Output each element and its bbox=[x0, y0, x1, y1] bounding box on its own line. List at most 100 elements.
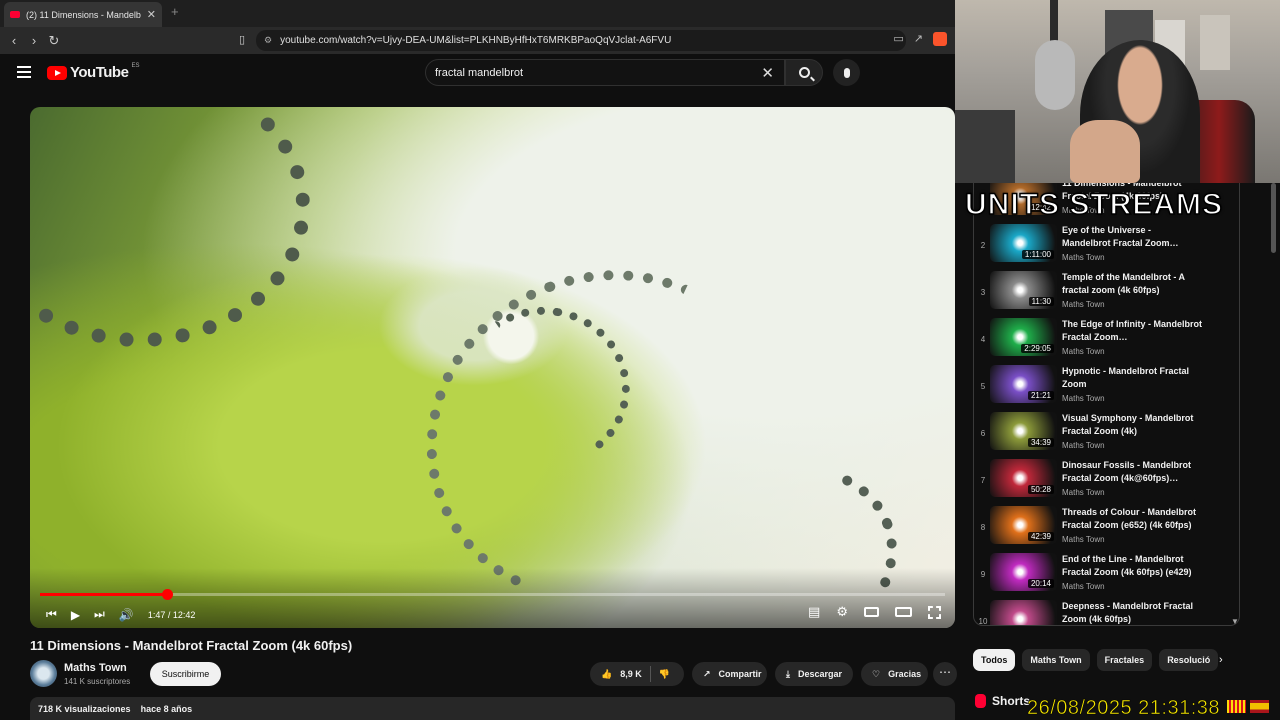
playlist-item-channel[interactable]: Maths Town bbox=[1062, 535, 1105, 544]
new-tab-button[interactable]: + bbox=[171, 4, 179, 19]
video-thumbnail[interactable]: 34:39 bbox=[990, 412, 1057, 450]
playlist-item[interactable]: 3 11:30 Temple of the Mandelbrot - A fract… bbox=[974, 271, 1224, 318]
video-thumbnail[interactable]: 21:21 bbox=[990, 365, 1057, 403]
video-thumbnail[interactable]: 5:15 bbox=[990, 600, 1057, 625]
search-button[interactable] bbox=[785, 59, 823, 86]
video-thumbnail[interactable]: 2:29:05 bbox=[990, 318, 1057, 356]
playlist-item-channel[interactable]: Maths Town bbox=[1062, 394, 1105, 403]
thanks-button[interactable]: ♡ Gracias bbox=[861, 662, 928, 686]
youtube-logo[interactable]: YouTube ES bbox=[47, 62, 140, 81]
playlist-item[interactable]: 4 2:29:05 The Edge of Infinity - Mandelbro… bbox=[974, 318, 1224, 365]
filter-chip[interactable]: Fractales bbox=[1096, 649, 1153, 671]
thanks-label: Gracias bbox=[888, 669, 922, 679]
playlist-item-title[interactable]: Deepness - Mandelbrot Fractal Zoom (4k 6… bbox=[1062, 600, 1202, 625]
browser-tab[interactable]: (2) 11 Dimensions - Mandelbrot ✕ bbox=[4, 2, 162, 27]
spain-flag-icon bbox=[1250, 700, 1269, 713]
share-page-icon[interactable]: ↗ bbox=[914, 32, 923, 46]
settings-gear-icon[interactable]: ⚙ bbox=[836, 604, 848, 620]
video-thumbnail[interactable]: 20:14 bbox=[990, 553, 1057, 591]
duration-badge: 50:28 bbox=[1027, 485, 1054, 494]
youtube-favicon-icon bbox=[10, 11, 20, 18]
like-icon[interactable]: 👍 bbox=[601, 669, 612, 680]
back-icon[interactable]: ‹ bbox=[4, 33, 24, 48]
volume-icon[interactable]: 🔊 bbox=[119, 608, 134, 622]
play-icon[interactable]: ▶ bbox=[71, 608, 80, 622]
playlist-item[interactable]: 9 20:14 End of the Line - Mandelbrot Fract… bbox=[974, 553, 1224, 600]
playlist-index: 2 bbox=[980, 241, 986, 250]
search-query: fractal mandelbrot bbox=[435, 66, 524, 79]
duration-badge: 20:14 bbox=[1027, 579, 1054, 588]
playlist-item[interactable]: 8 42:39 Threads of Colour - Mandelbrot Fra… bbox=[974, 506, 1224, 553]
browser-tabbar: (2) 11 Dimensions - Mandelbrot ✕ + bbox=[0, 0, 955, 27]
scroll-down-icon[interactable]: ▼ bbox=[1231, 617, 1239, 626]
forward-icon[interactable]: › bbox=[24, 33, 44, 48]
progress-bar[interactable] bbox=[40, 589, 945, 600]
playlist-item-channel[interactable]: Maths Town bbox=[1062, 488, 1105, 497]
scrollbar[interactable] bbox=[1271, 183, 1276, 253]
playlist-item-title[interactable]: Eye of the Universe - Mandelbrot Fractal… bbox=[1062, 224, 1202, 250]
brave-shield-icon[interactable] bbox=[933, 32, 947, 46]
playlist-item-title[interactable]: Threads of Colour - Mandelbrot Fractal Z… bbox=[1062, 506, 1202, 532]
next-icon[interactable]: ⏭ bbox=[94, 607, 105, 622]
playlist-item-channel[interactable]: Maths Town bbox=[1062, 441, 1105, 450]
playlist-item-title[interactable]: The Edge of Infinity - Mandelbrot Fracta… bbox=[1062, 318, 1202, 344]
channel-avatar[interactable] bbox=[30, 660, 57, 687]
upload-age: hace 8 años bbox=[140, 704, 193, 714]
more-actions-icon[interactable]: ⋯ bbox=[933, 662, 957, 686]
webcam-microphone bbox=[1035, 40, 1075, 110]
share-button[interactable]: ↗ Compartir bbox=[692, 662, 767, 686]
previous-icon[interactable]: ⏮ bbox=[46, 607, 57, 622]
close-tab-icon[interactable]: ✕ bbox=[147, 8, 156, 21]
playlist-item-channel[interactable]: Maths Town bbox=[1062, 582, 1105, 591]
filter-chip[interactable]: Todos bbox=[973, 649, 1016, 671]
playlist-item-channel[interactable]: Maths Town bbox=[1062, 253, 1105, 262]
fractal-pattern bbox=[30, 107, 310, 347]
like-count[interactable]: 8,9 K bbox=[620, 669, 642, 679]
playlist-item[interactable]: 2 1:11:00 Eye of the Universe - Mandelbrot… bbox=[974, 224, 1224, 271]
clear-search-icon[interactable]: ✕ bbox=[761, 64, 774, 82]
theater-mode-icon[interactable] bbox=[895, 607, 912, 617]
download-button[interactable]: ⤓ Descargar bbox=[775, 662, 853, 686]
playlist-item-title[interactable]: End of the Line - Mandelbrot Fractal Zoo… bbox=[1062, 553, 1202, 579]
browser-toolbar: ‹ › ↻ ▯ ⚙ youtube.com/watch?v=Ujvy-DEA-U… bbox=[0, 27, 955, 54]
bookmark-icon[interactable]: ▯ bbox=[232, 33, 252, 46]
description-box[interactable]: 718 K visualizaciones hace 8 años bbox=[30, 697, 955, 720]
reload-icon[interactable]: ↻ bbox=[44, 33, 64, 49]
miniplayer-icon[interactable] bbox=[864, 607, 879, 617]
time-display: 1:47 / 12:42 bbox=[147, 609, 196, 620]
site-info-icon[interactable]: ⚙ bbox=[264, 35, 272, 46]
playlist-item-title[interactable]: Visual Symphony - Mandelbrot Fractal Zoo… bbox=[1062, 412, 1202, 438]
playlist-item-title[interactable]: Temple of the Mandelbrot - A fractal zoo… bbox=[1062, 271, 1202, 297]
url-text: youtube.com/watch?v=Ujvy-DEA-UM&list=PLK… bbox=[280, 35, 672, 46]
playlist-item[interactable]: 6 34:39 Visual Symphony - Mandelbrot Fract… bbox=[974, 412, 1224, 459]
cast-icon[interactable]: ▭ bbox=[893, 32, 903, 46]
chevron-right-icon[interactable]: › bbox=[1219, 654, 1223, 666]
channel-name[interactable]: Maths Town bbox=[64, 662, 127, 674]
filter-chip[interactable]: Maths Town bbox=[1022, 649, 1090, 671]
scrubber-handle[interactable] bbox=[161, 589, 173, 600]
playlist-item-channel[interactable]: Maths Town bbox=[1062, 347, 1105, 356]
download-label: Descargar bbox=[797, 669, 843, 679]
playlist-item-channel[interactable]: Maths Town bbox=[1062, 300, 1105, 309]
video-thumbnail[interactable]: 42:39 bbox=[990, 506, 1057, 544]
playlist-item-title[interactable]: Dinosaur Fossils - Mandelbrot Fractal Zo… bbox=[1062, 459, 1202, 485]
hamburger-menu-icon[interactable] bbox=[17, 66, 31, 78]
video-thumbnail[interactable]: 1:11:00 bbox=[990, 224, 1057, 262]
voice-search-button[interactable] bbox=[833, 59, 860, 86]
download-icon: ⤓ bbox=[786, 668, 790, 679]
playlist-item[interactable]: 105:15Deepness - Mandelbrot Fractal Zoom… bbox=[974, 600, 1224, 625]
video-thumbnail[interactable]: 50:28 bbox=[990, 459, 1057, 497]
subtitles-icon[interactable]: ▤ bbox=[808, 604, 820, 620]
search-input[interactable]: fractal mandelbrot ✕ bbox=[425, 59, 785, 86]
video-player[interactable]: ⏮ ▶ ⏭ 🔊 1:47 / 12:42 ▤ ⚙ bbox=[30, 107, 955, 628]
address-bar[interactable]: ⚙ youtube.com/watch?v=Ujvy-DEA-UM&list=P… bbox=[256, 30, 906, 51]
playlist-item[interactable]: 5 21:21 Hypnotic - Mandelbrot Fractal Zoom… bbox=[974, 365, 1224, 412]
playlist-item[interactable]: 7 50:28 Dinosaur Fossils - Mandelbrot Frac… bbox=[974, 459, 1224, 506]
subscribe-button[interactable]: Suscribirme bbox=[150, 662, 221, 686]
fullscreen-icon[interactable] bbox=[928, 605, 941, 619]
country-code: ES bbox=[131, 62, 140, 69]
playlist-item-title[interactable]: Hypnotic - Mandelbrot Fractal Zoom bbox=[1062, 365, 1202, 391]
filter-chip[interactable]: Resolució bbox=[1159, 649, 1219, 671]
dislike-icon[interactable]: 👎 bbox=[659, 669, 670, 680]
video-thumbnail[interactable]: 11:30 bbox=[990, 271, 1057, 309]
